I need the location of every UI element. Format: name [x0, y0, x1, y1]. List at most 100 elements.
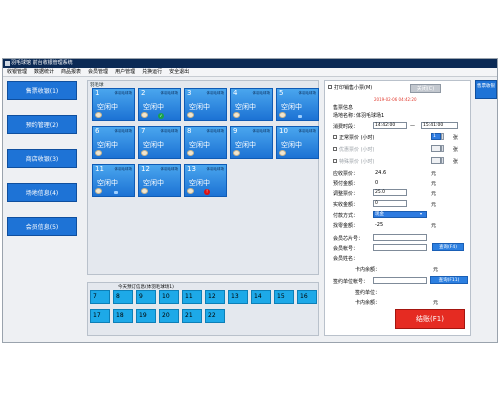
unit-label: 元	[431, 181, 437, 187]
shuttlecock-icon	[95, 188, 102, 194]
court-status: 空闲中	[235, 141, 256, 149]
court-type-tag: 体羽毛球场	[206, 129, 225, 133]
slot-cell[interactable]: 7	[90, 290, 110, 304]
slot-cell[interactable]: 8	[113, 290, 133, 304]
court-tile[interactable]: 9 体羽毛球场 空闲中	[230, 126, 273, 159]
discount-price-spinner[interactable]	[441, 145, 444, 152]
court-tile[interactable]: 10 体羽毛球场 空闲中	[276, 126, 319, 159]
slot-cell[interactable]: 20	[159, 309, 179, 323]
court-tile[interactable]: 3 体羽毛球场 空闲中	[184, 88, 227, 121]
discount-price-checkbox[interactable]	[333, 147, 337, 151]
court-status: 空闲中	[143, 179, 164, 187]
shuttlecock-icon	[141, 188, 148, 194]
court-tile[interactable]: 1 体羽毛球场 空闲中	[92, 88, 135, 121]
unit-label: 张	[453, 135, 459, 141]
time-separator: —	[410, 123, 415, 129]
court-tile[interactable]: 12 体羽毛球场 空闲中	[138, 164, 181, 197]
special-price-spinner[interactable]	[441, 157, 444, 164]
unit-label: 元	[433, 267, 439, 273]
print-receipt-label: 打印销售小票(M)	[334, 85, 373, 91]
court-number: 8	[187, 127, 192, 135]
menu-member[interactable]: 会员管理	[88, 68, 108, 77]
nav-member-info[interactable]: 会员信息(5)	[7, 217, 77, 236]
time-end-input[interactable]: 15:41:00	[421, 122, 458, 129]
section-title: 售票信息	[333, 105, 354, 111]
print-receipt-checkbox[interactable]	[328, 85, 332, 89]
court-tile[interactable]: 11 体羽毛球场 空闲中	[92, 164, 135, 197]
slot-cell[interactable]: 19	[136, 309, 156, 323]
court-type-tag: 体羽毛球场	[114, 91, 133, 95]
court-number: 7	[141, 127, 146, 135]
unit-label: 元	[431, 202, 437, 208]
adjust-input[interactable]: 25.0	[373, 189, 407, 196]
normal-price-qty[interactable]: 1	[431, 133, 441, 140]
shuttlecock-icon	[141, 112, 148, 118]
shuttlecock-icon	[233, 112, 240, 118]
normal-price-checkbox[interactable]	[333, 135, 337, 139]
shuttlecock-icon	[95, 150, 102, 156]
court-status: 空闲中	[281, 141, 302, 149]
court-type-tag: 体羽毛球场	[114, 129, 133, 133]
query-f4-button[interactable]: 查询(F4)	[432, 243, 464, 251]
normal-price-spinner[interactable]	[441, 133, 444, 140]
court-status: 空闲中	[143, 141, 164, 149]
received-input[interactable]: 0	[373, 200, 407, 207]
slot-cell[interactable]: 9	[136, 290, 156, 304]
time-start-input[interactable]: 14:42:00	[373, 122, 407, 129]
venue-label: 场地名称：	[333, 113, 359, 119]
payable-value: 24.6	[375, 170, 387, 176]
court-tile[interactable]: 8 体羽毛球场空闲中	[184, 126, 227, 159]
special-price-label: 特殊票价 (小时)	[339, 159, 375, 165]
slot-cell[interactable]: 17	[90, 309, 110, 323]
menu-goods-report[interactable]: 商品报表	[61, 68, 81, 77]
court-tile[interactable]: 4 体羽毛球场 空闲中	[230, 88, 273, 121]
name-label: 会员姓名：	[333, 256, 359, 262]
slot-cell[interactable]: 12	[205, 290, 225, 304]
slot-cell[interactable]: 11	[182, 290, 202, 304]
court-number: 1	[95, 89, 100, 97]
court-status: 空闲中	[189, 141, 210, 149]
sign-account-input[interactable]	[373, 277, 427, 284]
menu-statistics[interactable]: 数据统计	[34, 68, 54, 77]
unit-label: 元	[431, 223, 437, 229]
account-input[interactable]	[373, 244, 427, 251]
nav-shop-cashier[interactable]: 商店收银(3)	[7, 149, 77, 168]
ticket-cashier-side-button[interactable]: 售票收银	[475, 80, 497, 99]
court-tile[interactable]: 6 体羽毛球场 空闲中	[92, 126, 135, 159]
unit-label: 元	[433, 300, 439, 306]
slot-cell[interactable]: 10	[159, 290, 179, 304]
court-tile[interactable]: 5 体羽毛球场 空闲中	[276, 88, 319, 121]
check-icon: ✓	[158, 113, 164, 119]
court-tile[interactable]: 13 体羽毛球场 空闲中!	[184, 164, 227, 197]
checkout-button[interactable]: 结账(F1)	[395, 309, 465, 329]
shuttlecock-icon	[95, 112, 102, 118]
menu-exit[interactable]: 安全退出	[169, 68, 189, 77]
nav-ticket-cashier[interactable]: 售票收银(1)	[7, 81, 77, 100]
court-type-tag: 体羽毛球场	[160, 129, 179, 133]
close-button[interactable]: 关闭(C)	[410, 84, 441, 93]
received-label: 实收金额：	[333, 202, 359, 208]
slot-cell[interactable]: 22	[205, 309, 225, 323]
slot-cell[interactable]: 13	[228, 290, 248, 304]
slot-cell[interactable]: 16	[297, 290, 317, 304]
court-tile[interactable]: 7 体羽毛球场空闲中	[138, 126, 181, 159]
special-price-checkbox[interactable]	[333, 159, 337, 163]
account-label: 会员帐号：	[333, 246, 359, 252]
nav-reservation[interactable]: 预约管理(2)	[7, 115, 77, 134]
slot-cell[interactable]: 21	[182, 309, 202, 323]
menu-user[interactable]: 用户管理	[115, 68, 135, 77]
query-f11-button[interactable]: 查询(F11)	[430, 276, 468, 284]
slot-cell[interactable]: 14	[251, 290, 271, 304]
chevron-down-icon[interactable]: ▾	[420, 211, 422, 216]
slot-cell[interactable]: 18	[113, 309, 133, 323]
discount-price-qty[interactable]	[431, 145, 441, 152]
card-input[interactable]	[373, 234, 427, 241]
nav-venue-info[interactable]: 场地信息(4)	[7, 183, 77, 202]
menu-cashier[interactable]: 收银管理	[7, 68, 27, 77]
paymethod-select[interactable]: 现金	[373, 211, 427, 218]
court-tile[interactable]: 2 体羽毛球场 空闲中 ✓	[138, 88, 181, 121]
court-type-tag: 体羽毛球场	[298, 129, 317, 133]
menu-exchange[interactable]: 兑换运行	[142, 68, 162, 77]
slot-cell[interactable]: 15	[274, 290, 294, 304]
special-price-qty[interactable]	[431, 157, 441, 164]
